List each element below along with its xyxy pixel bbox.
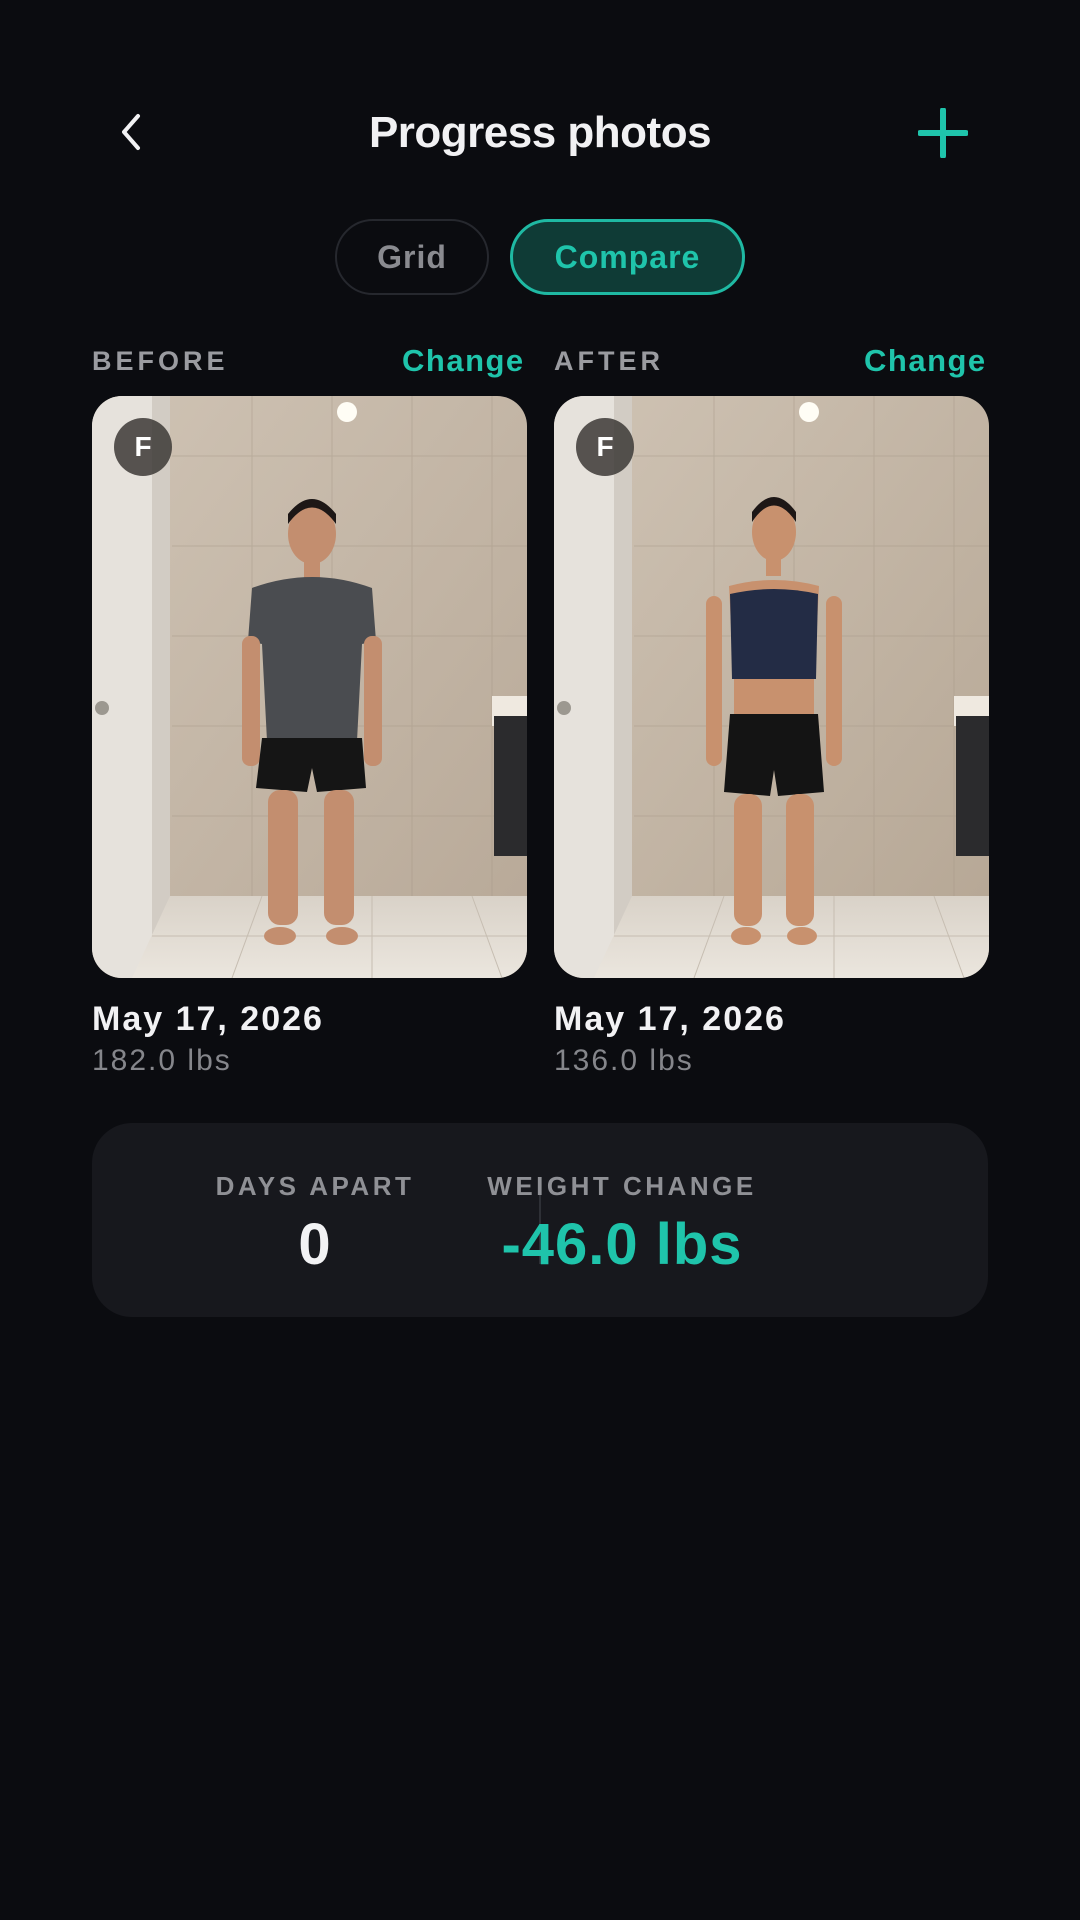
comparison-summary-card: DAYS APART 0 WEIGHT CHANGE -46.0 lbs: [92, 1123, 988, 1317]
after-label: AFTER: [554, 346, 664, 376]
add-photo-button[interactable]: [910, 100, 976, 166]
after-date: May 17, 2026: [554, 1000, 786, 1038]
header-bar: Progress photos: [0, 80, 1080, 190]
front-pose-badge: F: [114, 418, 172, 476]
after-change-button[interactable]: Change: [864, 343, 987, 379]
before-photo[interactable]: F: [92, 396, 527, 978]
tab-compare[interactable]: Compare: [510, 219, 745, 295]
view-mode-tabs: Grid Compare: [0, 219, 1080, 295]
weight-change-value: -46.0 lbs: [501, 1212, 743, 1277]
plus-icon: [918, 108, 968, 158]
after-photo-image: [554, 396, 989, 978]
before-weight: 182.0 lbs: [92, 1044, 232, 1077]
before-label: BEFORE: [92, 346, 229, 376]
before-date: May 17, 2026: [92, 1000, 324, 1038]
after-weight: 136.0 lbs: [554, 1044, 694, 1077]
weight-change-label: WEIGHT CHANGE: [487, 1171, 757, 1201]
after-photo[interactable]: F: [554, 396, 989, 978]
tab-grid[interactable]: Grid: [335, 219, 489, 295]
before-change-button[interactable]: Change: [402, 343, 525, 379]
front-pose-badge: F: [576, 418, 634, 476]
before-photo-image: [92, 396, 527, 978]
